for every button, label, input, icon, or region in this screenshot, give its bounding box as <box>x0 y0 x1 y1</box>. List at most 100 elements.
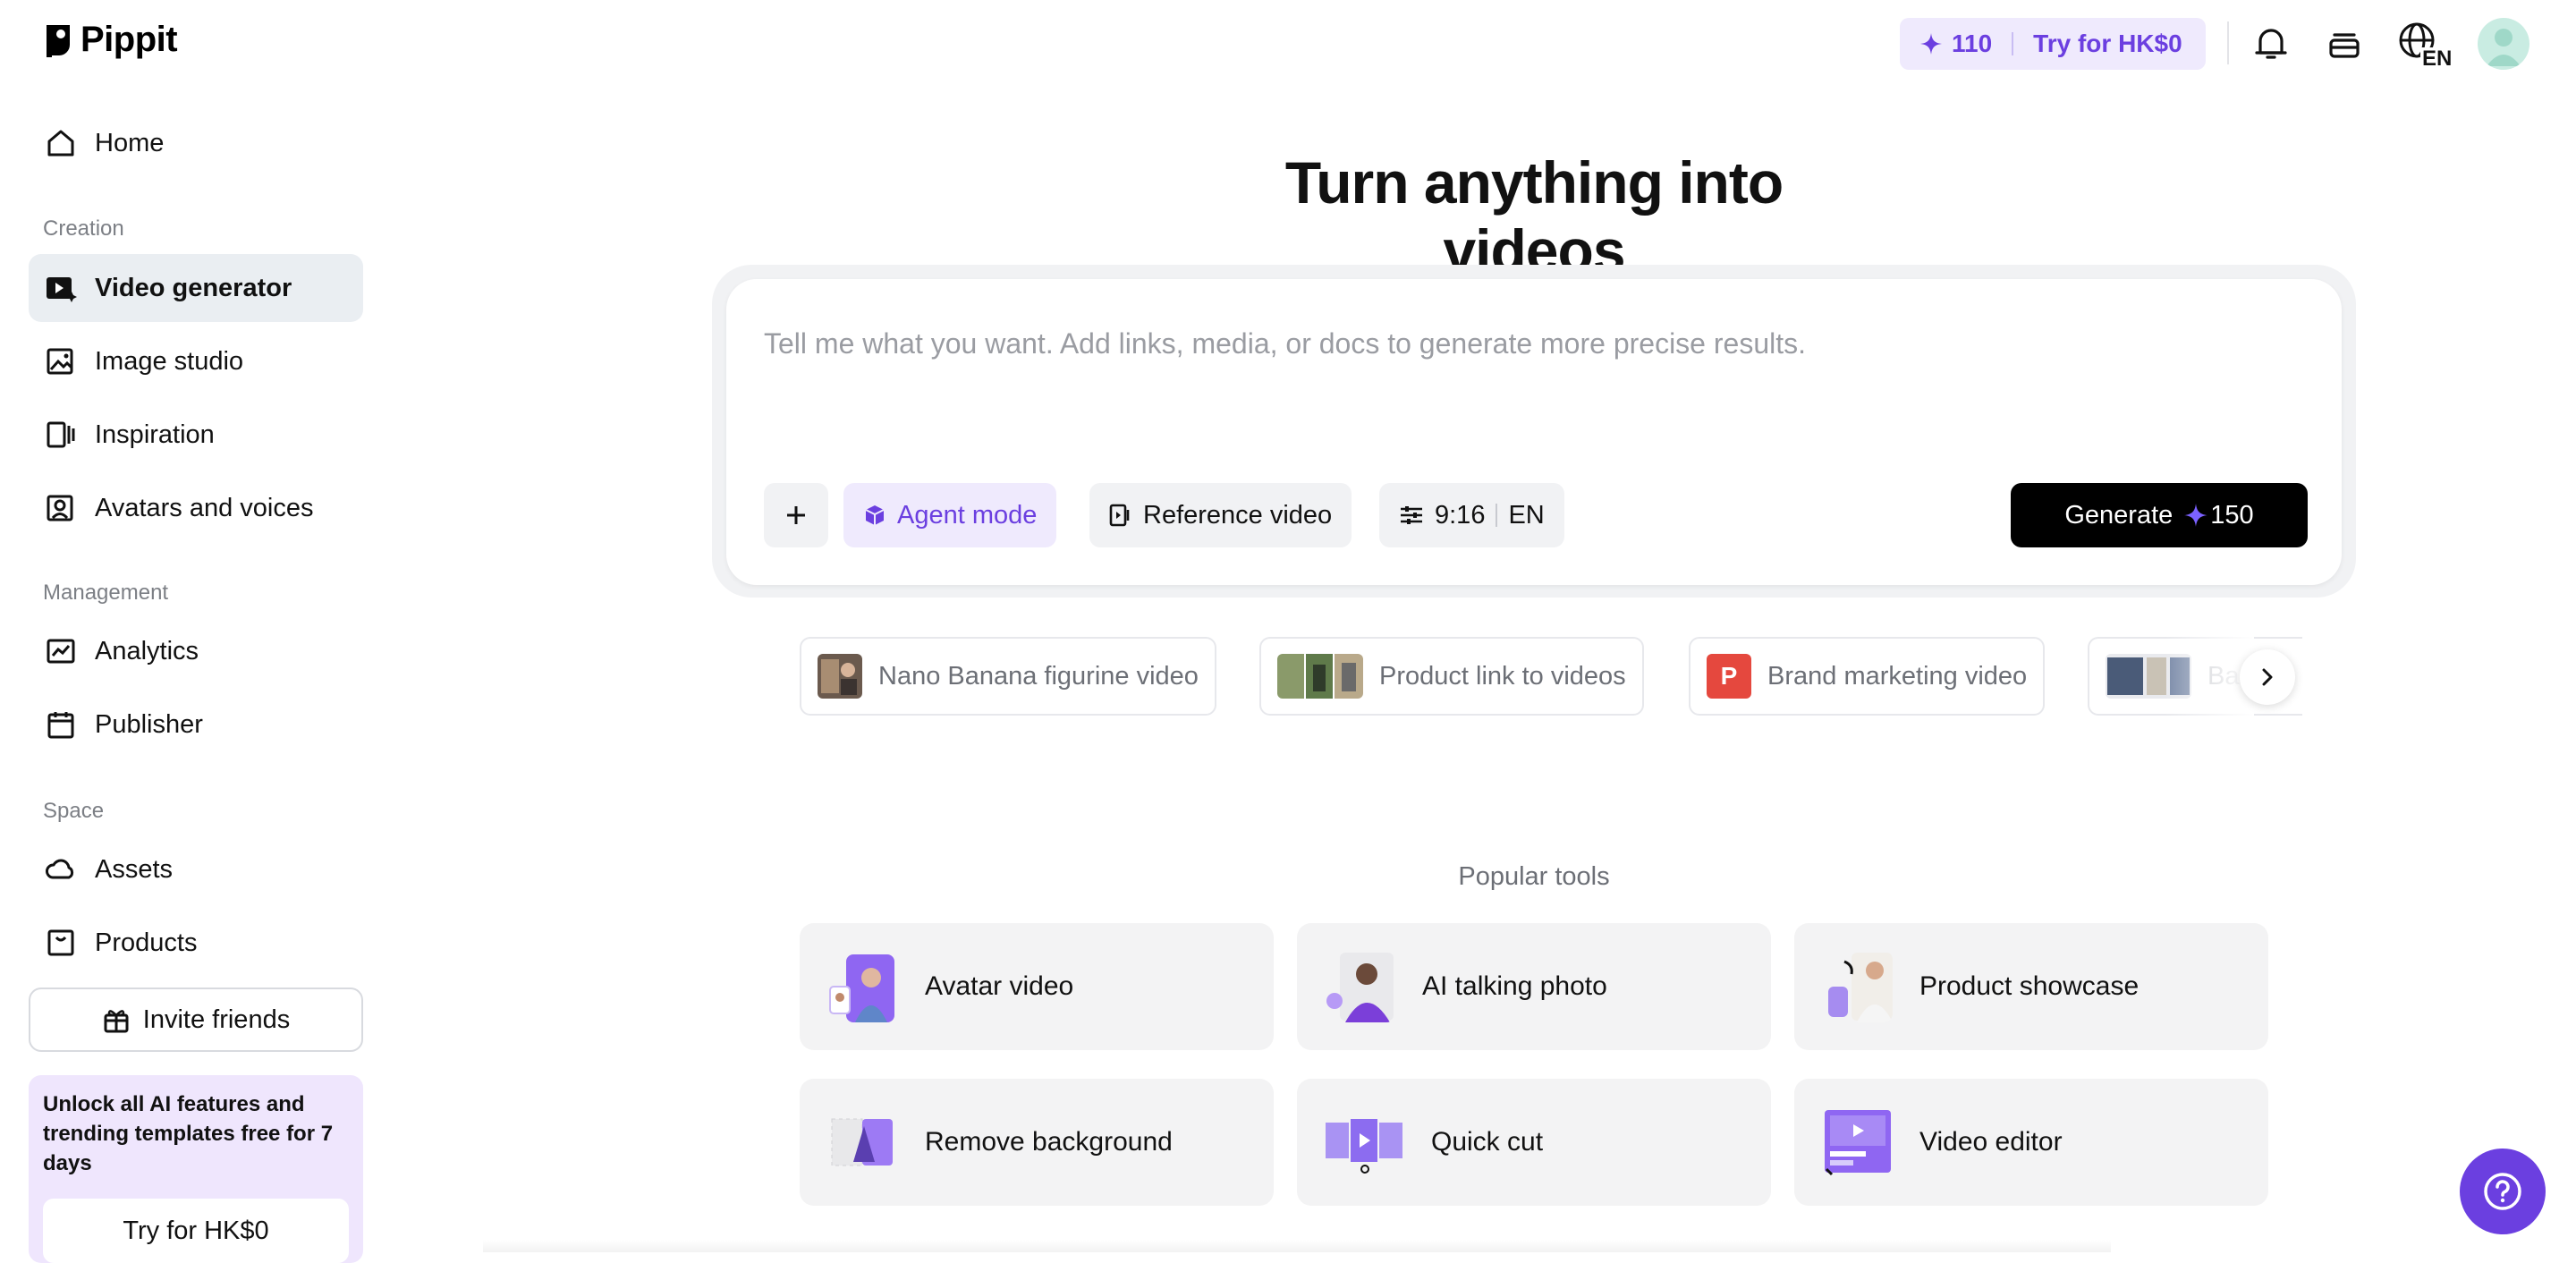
trial-promo-card: Unlock all AI features and trending temp… <box>29 1075 363 1263</box>
sidebar-item-avatars-and-voices[interactable]: Avatars and voices <box>29 474 363 542</box>
sidebar-item-label: Avatars and voices <box>95 493 314 522</box>
topbar-divider <box>2227 21 2229 64</box>
section-title-creation: Creation <box>43 216 124 241</box>
sidebar-item-publisher[interactable]: Publisher <box>29 691 363 759</box>
prompt-box[interactable]: Tell me what you want. Add links, media,… <box>726 279 2342 585</box>
avatar-video-thumbnail <box>826 951 898 1022</box>
sidebar-item-label: Video generator <box>95 273 292 302</box>
tool-card-quick-cut[interactable]: Quick cut <box>1297 1079 1771 1206</box>
tool-card-ai-talking-photo[interactable]: AI talking photo <box>1297 923 1771 1050</box>
invite-friends-button[interactable]: Invite friends <box>29 988 363 1052</box>
generate-label: Generate <box>2064 500 2174 530</box>
generate-button[interactable]: Generate 150 <box>2011 483 2308 547</box>
language-badge: EN <box>2422 47 2452 67</box>
sidebar-item-label: Assets <box>95 854 174 884</box>
quick-cut-thumbnail <box>1324 1106 1404 1178</box>
brand-name: Pippit <box>80 20 178 59</box>
generate-cost: 150 <box>2210 500 2254 530</box>
sidebar-item-label: Products <box>95 928 198 957</box>
sidebar-item-analytics[interactable]: Analytics <box>29 617 363 685</box>
add-attachment-button[interactable] <box>764 483 828 547</box>
suggestion-chip[interactable]: Nano Banana figurine video <box>800 637 1216 716</box>
cloud-icon <box>45 853 77 886</box>
popular-tools-title: Popular tools <box>1458 862 1610 891</box>
plus-icon <box>787 506 805 524</box>
tool-label: Product showcase <box>1919 971 2140 1001</box>
tool-card-video-editor[interactable]: Video editor <box>1794 1079 2268 1206</box>
tool-card-remove-background[interactable]: Remove background <box>800 1079 1274 1206</box>
aspect-ratio-value: 9:16 <box>1435 500 1486 530</box>
section-title-management: Management <box>43 581 169 605</box>
product-icon <box>45 927 77 959</box>
sidebar-item-image-studio[interactable]: Image studio <box>29 327 363 395</box>
credits-pill[interactable]: 110 Try for HK$0 <box>1900 18 2206 70</box>
promo-try-button[interactable]: Try for HK$0 <box>43 1199 349 1263</box>
agent-mode-label: Agent mode <box>897 500 1038 530</box>
tool-card-product-showcase[interactable]: Product showcase <box>1794 923 2268 1050</box>
layers-icon[interactable] <box>2322 21 2367 66</box>
carousel-next-button[interactable] <box>2240 649 2295 705</box>
tool-label: Avatar video <box>925 971 1074 1001</box>
gift-icon <box>104 1010 129 1033</box>
ai-talking-photo-thumbnail <box>1324 951 1395 1022</box>
language-value: EN <box>1508 500 1545 530</box>
reference-video-label: Reference video <box>1143 500 1333 530</box>
remove-background-thumbnail <box>826 1106 898 1178</box>
image-sparkle-icon <box>45 345 77 377</box>
video-settings-button[interactable]: 9:16 EN <box>1379 483 1564 547</box>
settings-sliders-icon <box>1401 506 1422 524</box>
section-title-space: Space <box>43 799 105 823</box>
pippit-logo-icon <box>47 24 70 57</box>
sidebar-item-video-generator[interactable]: Video generator <box>29 254 363 322</box>
suggestion-label: Product link to videos <box>1379 661 1626 691</box>
suggestion-label: Nano Banana figurine video <box>878 661 1199 691</box>
brand-logo[interactable]: Pippit <box>43 20 178 60</box>
chip-divider <box>1496 504 1498 527</box>
tool-label: Remove background <box>925 1127 1173 1157</box>
sparkle-icon <box>1920 33 1942 55</box>
sparkle-icon <box>2184 504 2208 527</box>
bell-icon[interactable] <box>2249 21 2293 66</box>
inspiration-icon <box>45 419 77 451</box>
sidebar-item-assets[interactable]: Assets <box>29 835 363 903</box>
tool-label: Quick cut <box>1431 1127 1544 1157</box>
tool-card-avatar-video[interactable]: Avatar video <box>800 923 1274 1050</box>
sidebar-item-label: Inspiration <box>95 420 215 449</box>
credits-divider <box>2012 32 2014 55</box>
reference-video-icon <box>1109 504 1130 527</box>
suggestion-chip[interactable]: Product link to videos <box>1259 637 1644 716</box>
video-editor-thumbnail <box>1821 1106 1893 1178</box>
calendar-icon <box>45 708 77 741</box>
agent-mode-button[interactable]: Agent mode <box>843 483 1057 547</box>
product-showcase-thumbnail <box>1821 951 1893 1022</box>
suggestion-thumbnail <box>818 654 862 699</box>
sidebar-item-home[interactable]: Home <box>29 109 363 177</box>
sidebar-item-products[interactable]: Products <box>29 909 363 977</box>
question-icon <box>2484 1173 2521 1210</box>
sidebar-item-inspiration[interactable]: Inspiration <box>29 401 363 469</box>
invite-friends-label: Invite friends <box>142 1004 291 1034</box>
sidebar: Pippit Home Creation Video generator Ima… <box>0 0 394 1263</box>
promo-text: Unlock all AI features and trending temp… <box>43 1092 334 1175</box>
language-globe-icon[interactable]: EN <box>2397 21 2453 67</box>
brand-p-badge: P <box>1707 654 1751 699</box>
prompt-input[interactable]: Tell me what you want. Add links, media,… <box>764 327 1806 360</box>
user-avatar[interactable] <box>2478 18 2529 70</box>
trial-link[interactable]: Try for HK$0 <box>2033 30 2182 58</box>
suggestion-chip[interactable]: P Brand marketing video <box>1689 637 2046 716</box>
bottom-shadow <box>483 1240 2111 1252</box>
tool-label: Video editor <box>1919 1127 2063 1157</box>
sidebar-item-label: Home <box>95 128 165 157</box>
sidebar-item-label: Publisher <box>95 709 203 739</box>
suggestion-thumbnail <box>1277 654 1363 699</box>
help-button[interactable] <box>2460 1149 2546 1234</box>
sidebar-item-label: Analytics <box>95 636 199 665</box>
analytics-icon <box>45 635 77 667</box>
reference-video-button[interactable]: Reference video <box>1089 483 1352 547</box>
cube-icon <box>865 505 885 525</box>
home-icon <box>45 127 77 159</box>
avatar-icon <box>45 492 77 524</box>
tool-label: AI talking photo <box>1422 971 1607 1001</box>
chevron-right-icon <box>2262 668 2273 686</box>
video-sparkle-icon <box>45 272 77 304</box>
